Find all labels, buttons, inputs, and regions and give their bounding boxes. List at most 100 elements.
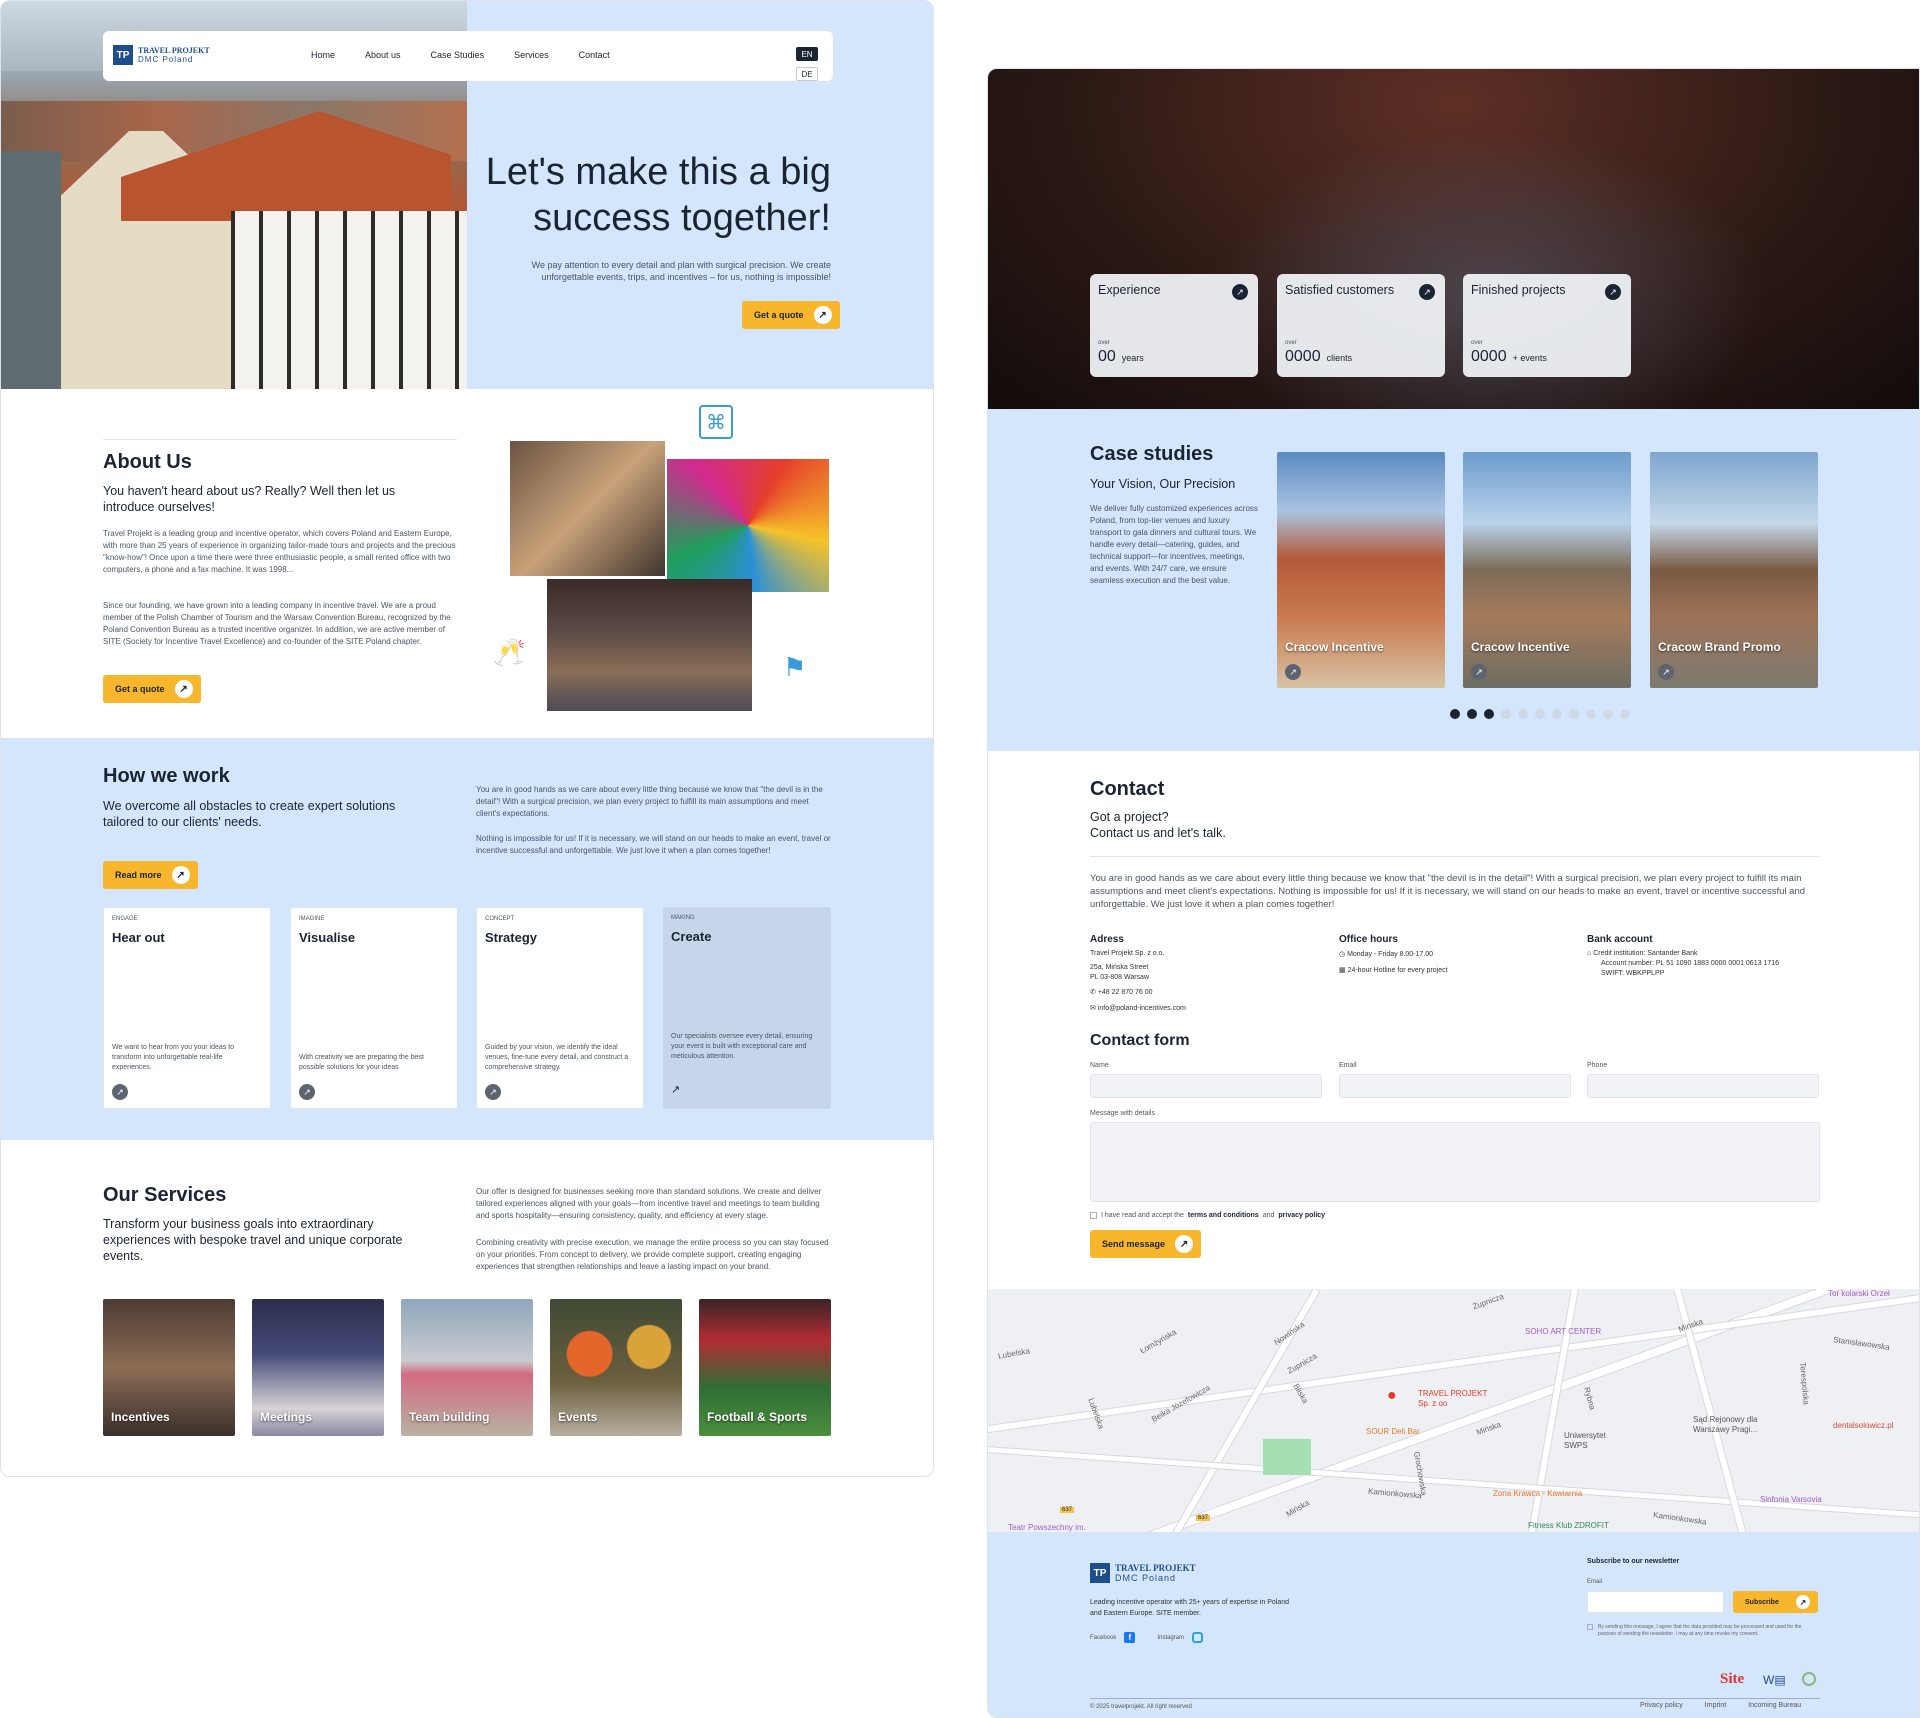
- step-card-create[interactable]: MAKING Create Our specialists oversee ev…: [663, 907, 831, 1109]
- privacy-policy-link[interactable]: Privacy policy: [1640, 1702, 1683, 1709]
- case-card-3[interactable]: Cracow Brand Promo ↗: [1650, 452, 1818, 688]
- poi-label[interactable]: Fitness Klub ZDROFIT: [1528, 1521, 1609, 1530]
- service-meetings[interactable]: Meetings: [252, 1299, 384, 1436]
- carousel-dot[interactable]: [1518, 709, 1528, 719]
- about-get-quote-button[interactable]: Get a quote ↗: [103, 675, 201, 703]
- service-label: Football & Sports: [707, 1410, 807, 1424]
- subscribe-button[interactable]: Subscribe ↗: [1733, 1591, 1818, 1613]
- service-incentives[interactable]: Incentives: [103, 1299, 235, 1436]
- name-input[interactable]: [1090, 1074, 1322, 1098]
- stat-card-experience[interactable]: Experience ↗ over 00 years: [1090, 274, 1258, 377]
- carousel-dot[interactable]: [1620, 709, 1630, 719]
- terms-link[interactable]: terms and conditions: [1188, 1212, 1259, 1219]
- step-title: Hear out: [112, 930, 165, 945]
- address-line: 25a, Mińska Street: [1090, 964, 1149, 971]
- read-more-label: Read more: [115, 870, 162, 880]
- bank-line: Account number: PL 51 1090 1883 0000 000…: [1601, 960, 1779, 967]
- service-label: Meetings: [260, 1410, 313, 1424]
- instagram-icon[interactable]: [1192, 1632, 1204, 1643]
- stat-card-customers[interactable]: Satisfied customers ↗ over 0000 clients: [1277, 274, 1445, 377]
- step-card-visualise[interactable]: IMAGINE Visualise With creativity we are…: [290, 907, 458, 1109]
- case-card-1[interactable]: Cracow Incentive ↗: [1277, 452, 1445, 688]
- carousel-dot[interactable]: [1552, 709, 1562, 719]
- lang-en-button[interactable]: EN: [796, 47, 818, 61]
- phone-link[interactable]: +48 22 870 76 00: [1098, 989, 1153, 996]
- how-title: How we work: [103, 765, 230, 787]
- read-more-button[interactable]: Read more ↗: [103, 861, 198, 889]
- carousel-dot[interactable]: [1467, 709, 1477, 719]
- service-team-building[interactable]: Team building: [401, 1299, 533, 1436]
- social-links: Facebook f Instagram: [1090, 1632, 1204, 1643]
- imprint-link[interactable]: Imprint: [1705, 1702, 1726, 1709]
- message-textarea[interactable]: [1090, 1122, 1820, 1202]
- about-photo-stage: [547, 579, 752, 711]
- case-label: Cracow Incentive: [1285, 640, 1384, 654]
- nav-case-studies[interactable]: Case Studies: [431, 50, 485, 60]
- poi-label[interactable]: Sinfonia Varsovia: [1760, 1495, 1822, 1504]
- carousel-dot[interactable]: [1535, 709, 1545, 719]
- about-paragraph-1: Travel Projekt is a leading group and in…: [103, 529, 456, 574]
- poi-label[interactable]: Sąd Rejonowy dla Warszawy Pragi...: [1693, 1415, 1793, 1435]
- stat-label: Finished projects: [1471, 283, 1566, 297]
- poi-label[interactable]: SOHO ART CENTER: [1525, 1327, 1601, 1336]
- nav-services[interactable]: Services: [514, 50, 549, 60]
- logo[interactable]: TP TRAVEL PROJEKT DMC Poland: [113, 45, 210, 65]
- street-label: Żupnicza: [1471, 1291, 1506, 1312]
- poi-label[interactable]: SOUR Deli Bar: [1366, 1427, 1420, 1436]
- newsletter-email-input[interactable]: [1587, 1591, 1724, 1613]
- services-subtitle: Transform your business goals into extra…: [103, 1217, 403, 1263]
- arrow-icon: ↗: [1175, 1235, 1194, 1253]
- street-label: Mińska: [1284, 1498, 1311, 1519]
- poi-label-travel-projekt[interactable]: TRAVEL PROJEKT Sp. z oo: [1418, 1389, 1488, 1409]
- street-label: Rybna: [1582, 1386, 1597, 1411]
- step-card-hear-out[interactable]: ENGAGE Hear out We want to hear from you…: [103, 907, 271, 1109]
- case-card-2[interactable]: Cracow Incentive ↗: [1463, 452, 1631, 688]
- street-label: Kamionkowska: [1367, 1486, 1423, 1501]
- step-card-strategy[interactable]: CONCEPT Strategy Guided by your vision, …: [476, 907, 644, 1109]
- phone-input[interactable]: [1587, 1074, 1819, 1098]
- consent-text: I have read and accept the: [1101, 1212, 1184, 1219]
- poi-label[interactable]: Teatr Powszechny im.: [1008, 1523, 1086, 1532]
- facebook-icon[interactable]: f: [1124, 1632, 1136, 1643]
- carousel-dot[interactable]: [1569, 709, 1579, 719]
- street-label: Mińska: [1475, 1419, 1503, 1438]
- arrow-icon: ↗: [174, 680, 193, 698]
- step-text: Our specialists oversee every detail, en…: [671, 1033, 813, 1060]
- send-message-button[interactable]: Send message ↗: [1090, 1230, 1202, 1258]
- nav-home[interactable]: Home: [311, 50, 335, 60]
- poi-label[interactable]: Zona Krawca - Kawiarnia: [1493, 1489, 1582, 1498]
- arrow-icon: ↗: [299, 1084, 315, 1100]
- stat-unit: + events: [1512, 353, 1547, 363]
- nav-contact[interactable]: Contact: [579, 50, 610, 60]
- stat-label: Satisfied customers: [1285, 283, 1395, 297]
- street-label: Lubelska: [997, 1346, 1031, 1361]
- poi-label[interactable]: Uniwersytet SWPS: [1564, 1431, 1614, 1451]
- location-pin-icon[interactable]: ●: [1387, 1387, 1397, 1405]
- about-cta-label: Get a quote: [115, 684, 165, 694]
- carousel-dot[interactable]: [1586, 709, 1596, 719]
- carousel-dot[interactable]: [1450, 709, 1460, 719]
- service-football-sports[interactable]: Football & Sports: [699, 1299, 831, 1436]
- email-link[interactable]: info@poland-incentives.com: [1098, 1005, 1186, 1012]
- hero-cta-label: Get a quote: [754, 310, 804, 320]
- arrow-icon: ↗: [1658, 664, 1674, 680]
- consent-checkbox[interactable]: [1090, 1212, 1097, 1219]
- service-events[interactable]: Events: [550, 1299, 682, 1436]
- carousel-dot[interactable]: [1501, 709, 1511, 719]
- carousel-dot[interactable]: [1603, 709, 1613, 719]
- map-puzzle-icon: ⌘: [699, 405, 733, 439]
- footer-logo[interactable]: TP TRAVEL PROJEKT DMC Poland: [1090, 1563, 1196, 1583]
- carousel-dot[interactable]: [1484, 709, 1494, 719]
- newsletter-checkbox[interactable]: [1587, 1624, 1593, 1630]
- privacy-link[interactable]: privacy policy: [1278, 1212, 1325, 1219]
- stat-card-projects[interactable]: Finished projects ↗ over 0000 + events: [1463, 274, 1631, 377]
- hero-title-line1: Let's make this a big: [485, 151, 831, 193]
- incoming-bureau-link[interactable]: Incoming Bureau: [1748, 1702, 1801, 1709]
- location-map[interactable]: Żupnicza Mińska Stanisławowska Lubelska …: [988, 1289, 1919, 1532]
- poi-label[interactable]: Tor kolarski Orzeł: [1828, 1289, 1890, 1298]
- poi-label[interactable]: dentalsolowicz.pl: [1833, 1421, 1893, 1430]
- lang-de-button[interactable]: DE: [796, 67, 818, 81]
- nav-about[interactable]: About us: [365, 50, 401, 60]
- hero-get-quote-button[interactable]: Get a quote ↗: [742, 301, 840, 329]
- email-input[interactable]: [1339, 1074, 1571, 1098]
